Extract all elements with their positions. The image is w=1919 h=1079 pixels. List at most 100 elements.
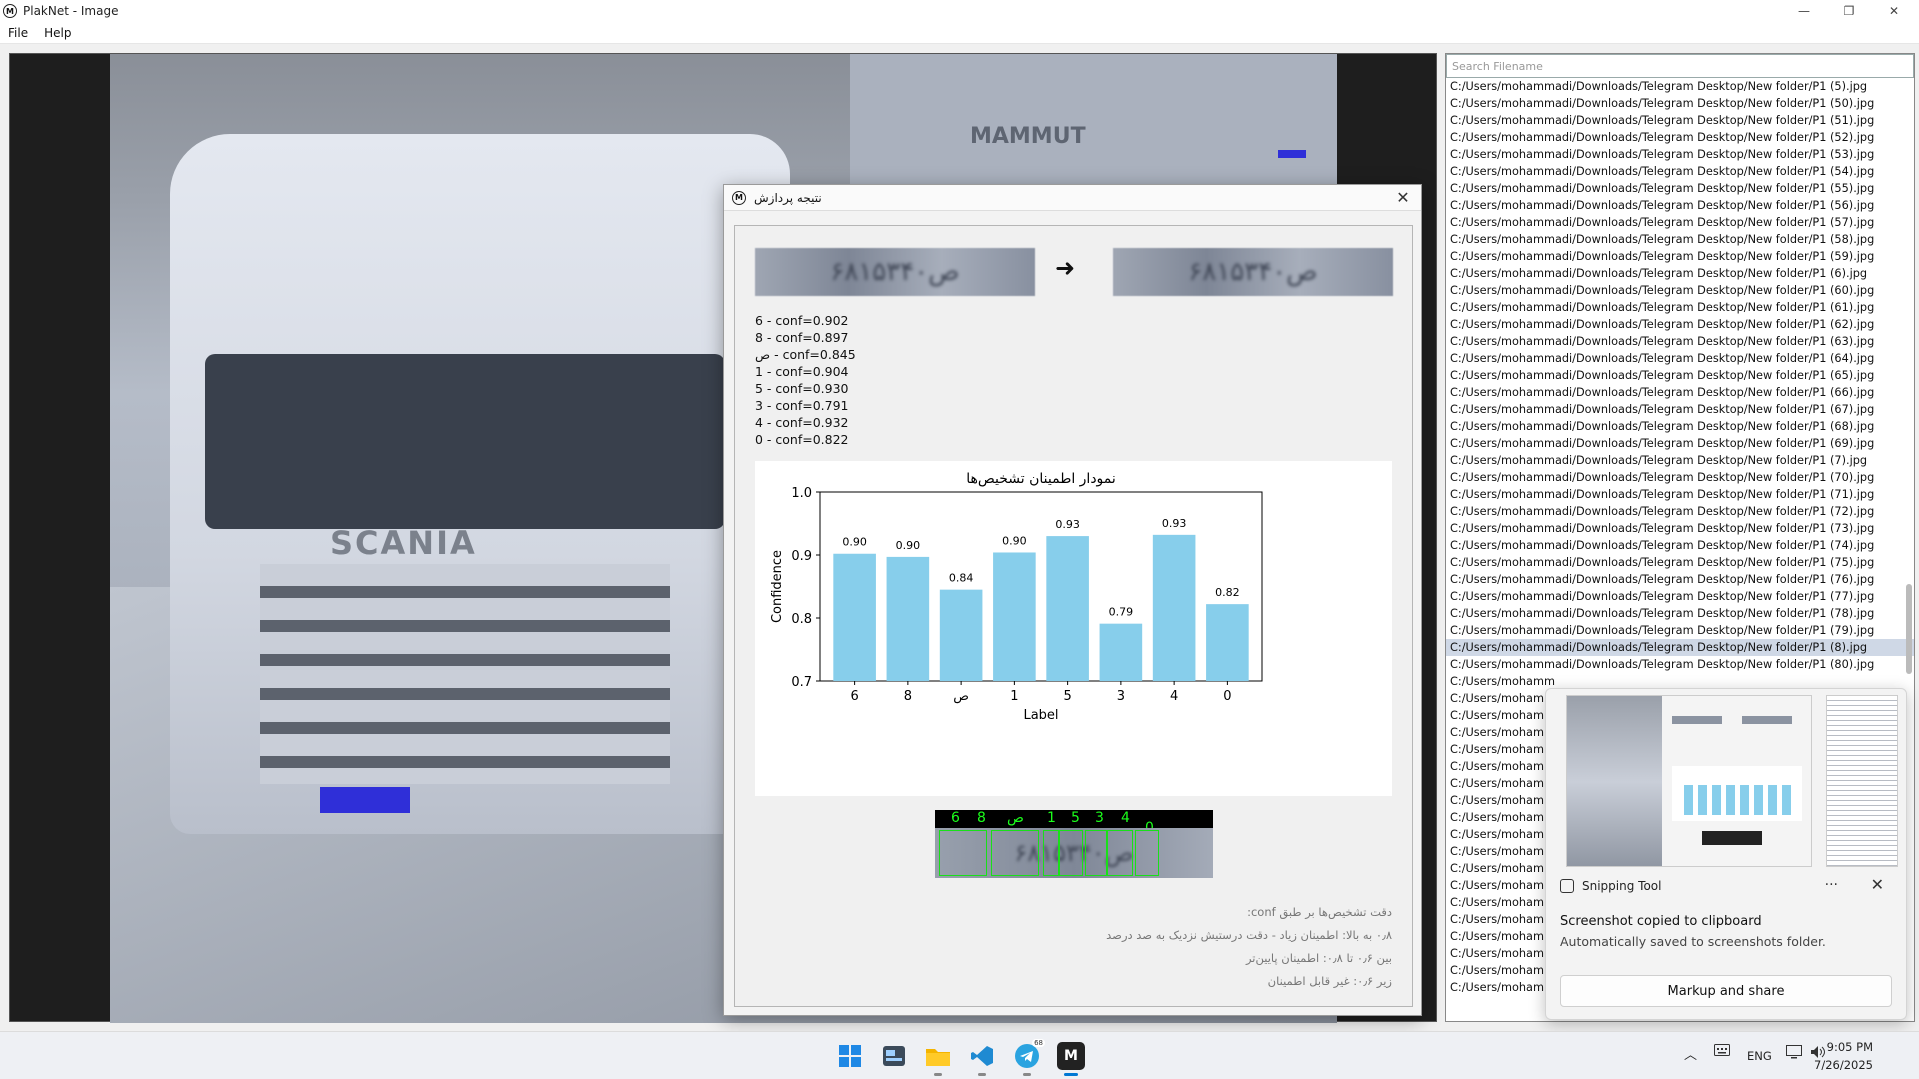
file-list-item[interactable]: C:/Users/mohammadi/Downloads/Telegram De…: [1446, 622, 1914, 639]
widgets-icon[interactable]: [880, 1042, 908, 1070]
arrow-right-icon: ➜: [1055, 254, 1076, 282]
file-list-item[interactable]: C:/Users/mohammadi/Downloads/Telegram De…: [1446, 588, 1914, 605]
segment-label: 3: [1095, 810, 1104, 826]
file-list-item[interactable]: C:/Users/mohammadi/Downloads/Telegram De…: [1446, 248, 1914, 265]
chart-bar: [1152, 534, 1196, 681]
running-indicator: [1023, 1073, 1031, 1076]
file-list-item[interactable]: C:/Users/mohammadi/Downloads/Telegram De…: [1446, 469, 1914, 486]
file-list-item[interactable]: C:/Users/mohammadi/Downloads/Telegram De…: [1446, 265, 1914, 282]
x-tick-label: 8: [904, 689, 912, 704]
clock-time: 9:05 PM: [1826, 1040, 1873, 1054]
chart-bar: [939, 589, 983, 681]
file-list-item[interactable]: C:/Users/mohammadi/Downloads/Telegram De…: [1446, 282, 1914, 299]
screenshot-thumbnail[interactable]: [1566, 695, 1812, 867]
chevron-up-icon[interactable]: ︿: [1684, 1044, 1697, 1063]
chart-frame: [819, 491, 1263, 682]
y-tick-label: 0.9: [791, 549, 812, 564]
license-plate-highlight-2: [1278, 150, 1306, 158]
file-list-item[interactable]: C:/Users/mohammadi/Downloads/Telegram De…: [1446, 180, 1914, 197]
x-tick-label: 1: [1010, 689, 1018, 704]
file-list-item[interactable]: C:/Users/mohammadi/Downloads/Telegram De…: [1446, 95, 1914, 112]
file-list-item[interactable]: C:/Users/mohammadi/Downloads/Telegram De…: [1446, 435, 1914, 452]
toast-header: Snipping Tool: [1560, 879, 1661, 893]
file-list-scrollbar[interactable]: [1906, 584, 1912, 674]
file-list-item[interactable]: C:/Users/mohammadi/Downloads/Telegram De…: [1446, 146, 1914, 163]
taskbar: 68 M ︿ ENG 9:05 PM 7/26/2025: [0, 1031, 1919, 1079]
menu-file[interactable]: File: [0, 26, 36, 40]
file-list-item[interactable]: C:/Users/mohammadi/Downloads/Telegram De…: [1446, 163, 1914, 180]
conf-line: 5 - conf=0.930: [755, 381, 849, 396]
more-options-button[interactable]: ···: [1825, 877, 1838, 893]
file-list-item[interactable]: C:/Users/mohammadi/Downloads/Telegram De…: [1446, 333, 1914, 350]
minimize-button[interactable]: —: [1781, 0, 1827, 22]
file-list-item[interactable]: C:/Users/mohammadi/Downloads/Telegram De…: [1446, 129, 1914, 146]
file-list-item[interactable]: C:/Users/mohammadi/Downloads/Telegram De…: [1446, 554, 1914, 571]
search-input[interactable]: Search Filename: [1446, 54, 1914, 78]
conf-line: 3 - conf=0.791: [755, 398, 849, 413]
file-list-item[interactable]: C:/Users/mohammadi/Downloads/Telegram De…: [1446, 537, 1914, 554]
dialog-close-button[interactable]: ✕: [1393, 188, 1413, 207]
plate-after-text: ۶۸ص۱۵۳۴۰: [1188, 257, 1318, 287]
file-list-item[interactable]: C:/Users/mohammadi/Downloads/Telegram De…: [1446, 299, 1914, 316]
chart-bar: [1206, 604, 1249, 681]
file-list-item[interactable]: C:/Users/mohammadi/Downloads/Telegram De…: [1446, 384, 1914, 401]
thumb-plate: [1742, 716, 1792, 724]
plaknet-app-icon[interactable]: M: [1057, 1042, 1085, 1076]
bar-value-label: 0.82: [1215, 586, 1240, 599]
toast-close-button[interactable]: ✕: [1871, 875, 1884, 894]
file-list-item[interactable]: C:/Users/mohammadi/Downloads/Telegram De…: [1446, 571, 1914, 588]
file-list-item[interactable]: C:/Users/mohammadi/Downloads/Telegram De…: [1446, 367, 1914, 384]
segment-labels: 68ص15340: [935, 810, 1213, 836]
conf-line: ص - conf=0.845: [755, 347, 856, 362]
segment-box: [1059, 830, 1083, 876]
file-list-item[interactable]: C:/Users/mohammadi/Downloads/Telegram De…: [1446, 316, 1914, 333]
thumb-bars: [1684, 785, 1794, 815]
bar-value-label: 0.90: [896, 539, 921, 552]
keyboard-icon[interactable]: [1714, 1044, 1730, 1059]
maximize-button[interactable]: ❐: [1826, 0, 1872, 22]
thumb-chart: [1672, 766, 1802, 821]
clock-date: 7/26/2025: [1814, 1058, 1873, 1072]
file-list-item[interactable]: C:/Users/mohammadi/Downloads/Telegram De…: [1446, 231, 1914, 248]
markup-share-button[interactable]: Markup and share: [1560, 975, 1892, 1007]
telegram-icon[interactable]: 68: [1013, 1039, 1045, 1076]
truck-windshield: [205, 354, 725, 529]
running-indicator: [1064, 1073, 1078, 1076]
file-list-item[interactable]: C:/Users/mohammadi/Downloads/Telegram De…: [1446, 418, 1914, 435]
plate-image-before: ۶۸ص۱۵۳۴۰: [755, 248, 1035, 296]
file-list-item[interactable]: C:/Users/mohammadi/Downloads/Telegram De…: [1446, 350, 1914, 367]
file-list-item[interactable]: C:/Users/mohammadi/Downloads/Telegram De…: [1446, 503, 1914, 520]
file-list-item[interactable]: C:/Users/mohammadi/Downloads/Telegram De…: [1446, 214, 1914, 231]
running-indicator: [978, 1073, 986, 1076]
x-tick-label: 0: [1223, 689, 1231, 704]
truck-grille: [260, 564, 670, 784]
y-tick-label: 1.0: [791, 486, 812, 501]
dialog-titlebar: M نتیجه پردازش ✕: [724, 185, 1421, 211]
bar-value-label: 0.93: [1162, 517, 1187, 530]
segment-box: [1043, 830, 1059, 876]
file-list-item[interactable]: C:/Users/mohammadi/Downloads/Telegram De…: [1446, 452, 1914, 469]
screenshot-thumbnail-2[interactable]: [1826, 695, 1898, 867]
file-list-item[interactable]: C:/Users/mohammadi/Downloads/Telegram De…: [1446, 78, 1914, 95]
file-explorer-icon[interactable]: [924, 1042, 952, 1076]
window-titlebar: M PlakNet - Image — ❐ ✕: [0, 0, 1919, 22]
start-icon[interactable]: [836, 1042, 864, 1070]
clock[interactable]: 9:05 PM 7/26/2025: [1814, 1038, 1873, 1074]
file-list-item[interactable]: C:/Users/mohammadi/Downloads/Telegram De…: [1446, 401, 1914, 418]
file-list-item[interactable]: C:/Users/mohammadi/Downloads/Telegram De…: [1446, 639, 1914, 656]
file-list-item[interactable]: C:/Users/mohammadi/Downloads/Telegram De…: [1446, 656, 1914, 673]
file-list-item[interactable]: C:/Users/mohammadi/Downloads/Telegram De…: [1446, 486, 1914, 503]
close-window-button[interactable]: ✕: [1871, 0, 1917, 22]
file-list-item[interactable]: C:/Users/mohammadi/Downloads/Telegram De…: [1446, 197, 1914, 214]
plate-image-after: ۶۸ص۱۵۳۴۰: [1113, 248, 1393, 296]
vscode-icon[interactable]: [968, 1042, 996, 1076]
language-indicator[interactable]: ENG: [1747, 1049, 1772, 1063]
file-list-item[interactable]: C:/Users/mohammadi/Downloads/Telegram De…: [1446, 520, 1914, 537]
file-list-item[interactable]: C:/Users/mohammadi/Downloads/Telegram De…: [1446, 605, 1914, 622]
display-icon[interactable]: [1786, 1045, 1802, 1062]
note-line: ۰٫۸ به بالا: اطمینان زیاد - دقت درستیش ن…: [1106, 928, 1392, 942]
file-list-item[interactable]: C:/Users/mohammadi/Downloads/Telegram De…: [1446, 112, 1914, 129]
confidence-list: 6 - conf=0.902 8 - conf=0.897 ص - conf=0…: [755, 312, 856, 448]
menu-help[interactable]: Help: [36, 26, 79, 40]
bar-value-label: 0.93: [1055, 518, 1080, 531]
